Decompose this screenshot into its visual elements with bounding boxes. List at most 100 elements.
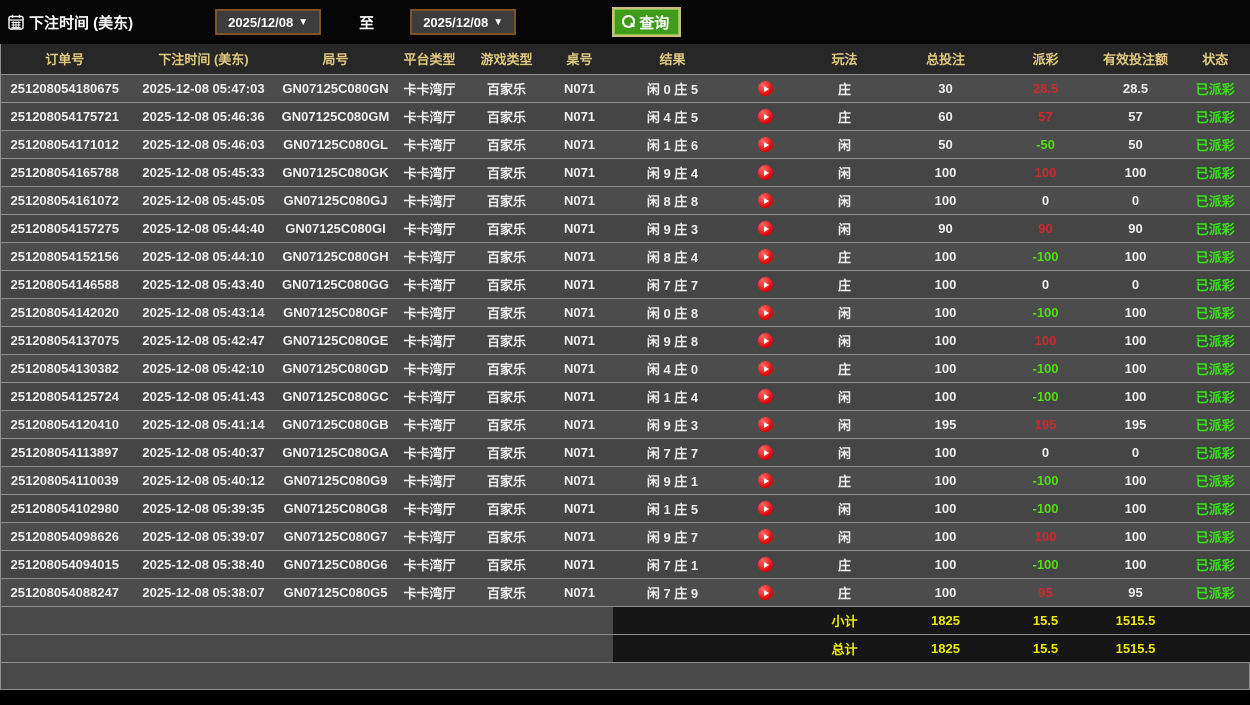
platform-cell: 卡卡湾厅 (393, 410, 467, 438)
subtotal-row: 小计 1825 15.5 1515.5 (1, 606, 1250, 634)
play-type-cell: 庄 (799, 270, 891, 298)
table-no-cell: N071 (547, 74, 613, 102)
replay-video-icon[interactable] (758, 445, 773, 460)
query-button-label: 查询 (639, 12, 669, 33)
table-no-cell: N071 (547, 494, 613, 522)
replay-video-icon[interactable] (758, 277, 773, 292)
play-type-cell: 闲 (799, 214, 891, 242)
replay-video-icon[interactable] (758, 585, 773, 600)
order-id-cell: 251208054165788 (1, 158, 129, 186)
bet-time-cell: 2025-12-08 05:45:33 (129, 158, 279, 186)
replay-video-icon[interactable] (758, 165, 773, 180)
play-type-cell: 庄 (799, 550, 891, 578)
status-cell: 已派彩 (1181, 494, 1250, 522)
result-cell: 闲 8 庄 4 (613, 242, 733, 270)
table-no-cell: N071 (547, 214, 613, 242)
status-cell: 已派彩 (1181, 270, 1250, 298)
replay-video-icon[interactable] (758, 389, 773, 404)
chevron-down-icon: ▼ (298, 17, 308, 28)
status-cell: 已派彩 (1181, 130, 1250, 158)
total-valid-bet: 1515.5 (1091, 634, 1181, 662)
replay-video-icon[interactable] (758, 361, 773, 376)
video-cell (733, 214, 799, 242)
table-row: 2512080541521562025-12-08 05:44:10GN0712… (1, 242, 1250, 270)
bet-time-cell: 2025-12-08 05:42:10 (129, 354, 279, 382)
table-row: 2512080541806752025-12-08 05:47:03GN0712… (1, 74, 1250, 102)
bet-time-cell: 2025-12-08 05:39:07 (129, 522, 279, 550)
total-bet-cell: 100 (891, 326, 1001, 354)
round-id-cell: GN07125C080GH (279, 242, 393, 270)
round-id-cell: GN07125C080GB (279, 410, 393, 438)
replay-video-icon[interactable] (758, 249, 773, 264)
replay-video-icon[interactable] (758, 333, 773, 348)
chevron-down-icon: ▼ (493, 17, 503, 28)
order-id-cell: 251208054161072 (1, 186, 129, 214)
bet-time-cell: 2025-12-08 05:44:10 (129, 242, 279, 270)
video-cell (733, 522, 799, 550)
play-type-cell: 庄 (799, 74, 891, 102)
valid-bet-cell: 100 (1091, 354, 1181, 382)
status-cell: 已派彩 (1181, 550, 1250, 578)
payout-cell: 95 (1001, 578, 1091, 606)
video-cell (733, 186, 799, 214)
valid-bet-cell: 50 (1091, 130, 1181, 158)
result-cell: 闲 9 庄 8 (613, 326, 733, 354)
round-id-cell: GN07125C080G7 (279, 522, 393, 550)
payout-cell: 90 (1001, 214, 1091, 242)
date-to-select[interactable]: 2025/12/08 ▼ (410, 9, 516, 35)
table-row: 2512080541657882025-12-08 05:45:33GN0712… (1, 158, 1250, 186)
replay-video-icon[interactable] (758, 529, 773, 544)
page-title-label: 下注时间 (美东) (29, 12, 133, 33)
round-id-cell: GN07125C080GL (279, 130, 393, 158)
column-header: 总投注 (891, 44, 1001, 74)
valid-bet-cell: 100 (1091, 522, 1181, 550)
video-cell (733, 298, 799, 326)
result-cell: 闲 7 庄 7 (613, 270, 733, 298)
status-cell: 已派彩 (1181, 410, 1250, 438)
table-no-cell: N071 (547, 410, 613, 438)
play-type-cell: 闲 (799, 494, 891, 522)
round-id-cell: GN07125C080GK (279, 158, 393, 186)
video-cell (733, 410, 799, 438)
total-payout: 15.5 (1001, 634, 1091, 662)
query-button[interactable]: 查询 (612, 7, 681, 37)
total-bet-cell: 90 (891, 214, 1001, 242)
payout-cell: -100 (1001, 242, 1091, 270)
round-id-cell: GN07125C080GD (279, 354, 393, 382)
payout-cell: 0 (1001, 438, 1091, 466)
result-cell: 闲 7 庄 9 (613, 578, 733, 606)
table-no-cell: N071 (547, 354, 613, 382)
valid-bet-cell: 100 (1091, 242, 1181, 270)
game-type-cell: 百家乐 (467, 550, 547, 578)
footer-bar (0, 663, 1250, 690)
replay-video-icon[interactable] (758, 473, 773, 488)
replay-video-icon[interactable] (758, 557, 773, 572)
replay-video-icon[interactable] (758, 109, 773, 124)
platform-cell: 卡卡湾厅 (393, 130, 467, 158)
replay-video-icon[interactable] (758, 193, 773, 208)
order-id-cell: 251208054125724 (1, 382, 129, 410)
replay-video-icon[interactable] (758, 221, 773, 236)
game-type-cell: 百家乐 (467, 102, 547, 130)
replay-video-icon[interactable] (758, 81, 773, 96)
date-from-value: 2025/12/08 (228, 15, 293, 30)
round-id-cell: GN07125C080GF (279, 298, 393, 326)
date-from-select[interactable]: 2025/12/08 ▼ (215, 9, 321, 35)
replay-video-icon[interactable] (758, 137, 773, 152)
replay-video-icon[interactable] (758, 501, 773, 516)
order-id-cell: 251208054180675 (1, 74, 129, 102)
valid-bet-cell: 100 (1091, 550, 1181, 578)
replay-video-icon[interactable] (758, 305, 773, 320)
video-cell (733, 74, 799, 102)
table-row: 2512080540882472025-12-08 05:38:07GN0712… (1, 578, 1250, 606)
table-no-cell: N071 (547, 382, 613, 410)
payout-cell: 100 (1001, 158, 1091, 186)
replay-video-icon[interactable] (758, 417, 773, 432)
round-id-cell: GN07125C080GI (279, 214, 393, 242)
round-id-cell: GN07125C080GA (279, 438, 393, 466)
total-bet-cell: 100 (891, 382, 1001, 410)
game-type-cell: 百家乐 (467, 438, 547, 466)
column-header: 有效投注额 (1091, 44, 1181, 74)
result-cell: 闲 9 庄 7 (613, 522, 733, 550)
table-no-cell: N071 (547, 298, 613, 326)
